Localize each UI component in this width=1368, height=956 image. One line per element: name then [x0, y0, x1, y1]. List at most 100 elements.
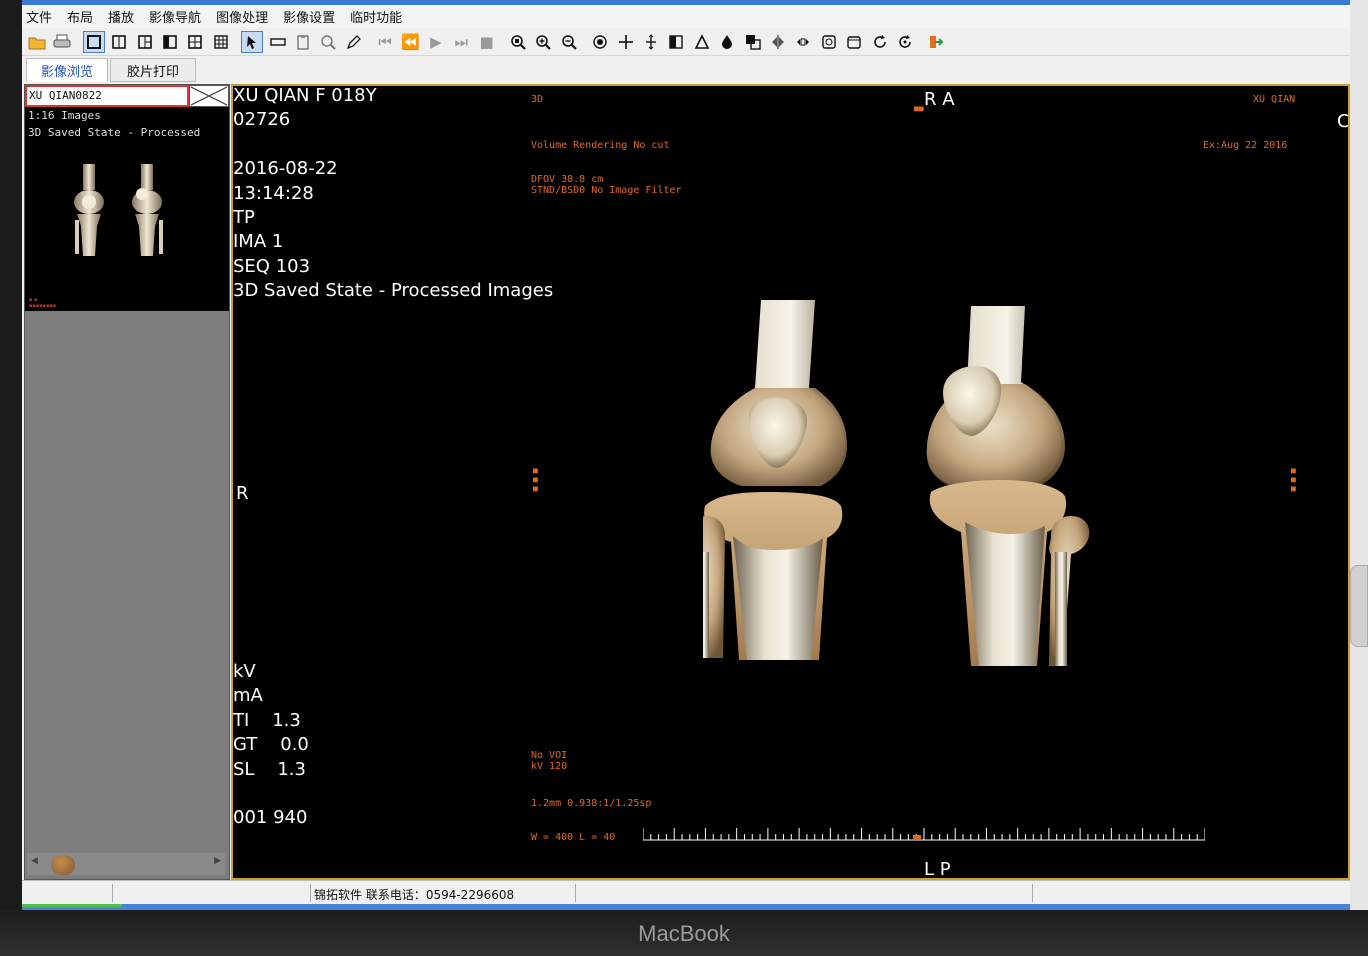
- status-bar: 锦拓软件 联系电话：0594-2296608: [22, 880, 1350, 904]
- tab-film-print[interactable]: 胶片打印: [110, 58, 196, 82]
- orientation-marker-right-small: ■ ■ ■: [1291, 466, 1296, 493]
- layout-3-icon[interactable]: [159, 31, 181, 53]
- rotate-right-icon[interactable]: [869, 31, 891, 53]
- zoom-fit-icon[interactable]: [507, 31, 529, 53]
- first-frame-icon[interactable]: ⏮: [374, 31, 396, 53]
- zoom-in-icon[interactable]: [532, 31, 554, 53]
- orientation-marker-top-small: ■■: [914, 104, 924, 113]
- status-contact-text: 锦拓软件 联系电话：0594-2296608: [314, 888, 515, 902]
- overlay-acquisition-info-line: TI 1.3: [233, 709, 301, 731]
- thumbnail-knees-image: [74, 164, 163, 256]
- overlay-patient-info-line: 3D Saved State - Processed Images: [233, 280, 554, 302]
- overlay-3d-label: 3D: [531, 94, 544, 105]
- overlay-acquisition-info: kV mA TI 1.3 GT 0.0 SL 1.3 001 940: [233, 660, 309, 831]
- overlay-acquisition-info-line: 001 940: [233, 807, 308, 829]
- monitor-frame-right: [1350, 0, 1368, 956]
- prev-frame-icon[interactable]: ⏪: [399, 31, 421, 53]
- menu-temporary-functions[interactable]: 临时功能: [350, 7, 402, 26]
- thumb-image-count: 1:16 Images: [28, 109, 101, 122]
- window-icon[interactable]: [818, 31, 840, 53]
- overlay-patient-info-line: 02726: [233, 109, 291, 131]
- menu-file[interactable]: 文件: [26, 7, 52, 26]
- overlay-window-level: W = 400 L = 40: [531, 832, 616, 843]
- frame-icon[interactable]: [843, 31, 865, 53]
- layout-1x1-icon[interactable]: [82, 30, 105, 53]
- select-arrow-icon[interactable]: [241, 30, 264, 53]
- overlay-slice-spacing: 1.2mm 0.938:1/1.25sp: [531, 798, 652, 809]
- layout-grid-icon[interactable]: [210, 31, 232, 53]
- monitor-frame-left: [0, 0, 22, 956]
- flip-vertical-icon[interactable]: [792, 31, 814, 53]
- print-icon[interactable]: [51, 31, 73, 53]
- scroll-right-icon[interactable]: ▶: [214, 856, 221, 866]
- overlay-patient-info-line: 2016-08-22: [233, 158, 338, 180]
- layout-2x2-icon[interactable]: [134, 31, 156, 53]
- clipboard-icon[interactable]: [292, 31, 314, 53]
- last-frame-icon[interactable]: ⏭: [450, 31, 472, 53]
- overlay-acquisition-info-line: kV: [233, 661, 256, 682]
- exit-icon[interactable]: [925, 31, 947, 53]
- overlay-acquisition-info-line: [233, 782, 309, 806]
- triangle-icon[interactable]: [691, 31, 713, 53]
- pan-icon[interactable]: [640, 31, 662, 53]
- orientation-bottom-label: L P: [924, 859, 951, 880]
- menu-image-navigation[interactable]: 影像导航: [149, 7, 201, 26]
- taskbar-progress: [22, 904, 122, 907]
- thumb-series-description: 3D Saved State - Processed: [28, 126, 201, 139]
- magnifier-icon[interactable]: [317, 31, 339, 53]
- tab-image-browse[interactable]: 影像浏览: [26, 58, 108, 82]
- scroll-left-icon[interactable]: ◀: [31, 856, 38, 866]
- knee-3d-rendering: [703, 300, 1090, 666]
- overlay-patient-info: XU QIAN F 018Y 02726 2016-08-22 13:14:28 TP…: [233, 85, 554, 304]
- series-sidebar: XU QIAN0822 1:16 Images 3D Saved State -…: [24, 84, 230, 880]
- pen-icon[interactable]: [343, 31, 365, 53]
- menu-image-settings[interactable]: 影像设置: [283, 7, 335, 26]
- crosshair-icon[interactable]: [615, 31, 637, 53]
- overlay-patient-info-line: [233, 133, 553, 157]
- close-icon: [190, 86, 228, 106]
- sidebar-scrollbar[interactable]: ◀ ▶: [27, 853, 225, 875]
- overlay-exam-date: Ex:Aug 22 2016: [1203, 140, 1288, 151]
- overlay-patient-info-line: XU QIAN F 018Y: [233, 85, 377, 106]
- series-thumbnail[interactable]: 1:16 Images 3D Saved State - Processed ▪…: [25, 107, 229, 311]
- dicom-viewer-app: 文件 布局 播放 影像导航 图像处理 影像设置 临时功能 ⏮ ⏪ ▶ ⏭ ■ 影…: [22, 0, 1350, 910]
- zoom-out-icon[interactable]: [558, 31, 580, 53]
- orientation-right-edge-label: C: [1337, 111, 1350, 132]
- menu-play[interactable]: 播放: [108, 7, 134, 26]
- overlay-patient-name-small: XU QIAN: [1253, 94, 1296, 105]
- rotate-reset-icon[interactable]: [894, 31, 916, 53]
- menu-image-processing[interactable]: 图像处理: [216, 7, 268, 26]
- overlay-acquisition-info-line: GT 0.0: [233, 734, 309, 756]
- orientation-marker-left-small: ■ ■ ■: [533, 466, 538, 493]
- rectangle-icon[interactable]: [267, 31, 289, 53]
- camera-icon[interactable]: ■: [476, 31, 498, 53]
- thumbnail-annotation-dots: ▪ ▪ ▪▪▪▪▪▪▪▪: [29, 297, 57, 309]
- patient-selector[interactable]: XU QIAN0822: [25, 85, 189, 107]
- overlay-render-mode: Volume Rendering No cut: [531, 140, 670, 151]
- overlay-patient-info-line: IMA 1: [233, 231, 284, 253]
- image-viewport[interactable]: XU QIAN F 018Y 02726 2016-08-22 13:14:28 TP…: [231, 84, 1350, 880]
- target-icon[interactable]: [589, 31, 611, 53]
- contrast-icon[interactable]: [665, 31, 687, 53]
- overlay-icon[interactable]: [742, 31, 764, 53]
- layout-1x2-icon[interactable]: [108, 31, 130, 53]
- side-notch: [1350, 565, 1368, 647]
- play-icon[interactable]: ▶: [425, 31, 447, 53]
- orientation-top-label: R A: [924, 89, 955, 110]
- scrollbar-thumb[interactable]: [51, 855, 75, 875]
- overlay-patient-info-line: 13:14:28: [233, 182, 314, 204]
- orientation-left-label: R: [236, 483, 249, 504]
- overlay-voi: No VOI kV 120: [531, 750, 568, 772]
- drop-icon[interactable]: [716, 31, 738, 53]
- open-folder-icon[interactable]: [26, 31, 48, 53]
- scale-ruler: [643, 828, 1205, 841]
- view-tabs: 影像浏览 胶片打印: [22, 57, 1350, 83]
- toolbar: ⏮ ⏪ ▶ ⏭ ■: [22, 28, 1350, 56]
- menu-bar: 文件 布局 播放 影像导航 图像处理 影像设置 临时功能: [22, 5, 1350, 28]
- laptop-brand-label: MacBook: [638, 921, 730, 946]
- menu-layout[interactable]: 布局: [67, 7, 93, 26]
- overlay-dfov: DFOV 38.8 cm STND/BSD0 No Image Filter: [531, 174, 682, 196]
- layout-4-icon[interactable]: [184, 31, 206, 53]
- flip-horizontal-icon[interactable]: [767, 31, 789, 53]
- close-patient-button[interactable]: [189, 85, 229, 107]
